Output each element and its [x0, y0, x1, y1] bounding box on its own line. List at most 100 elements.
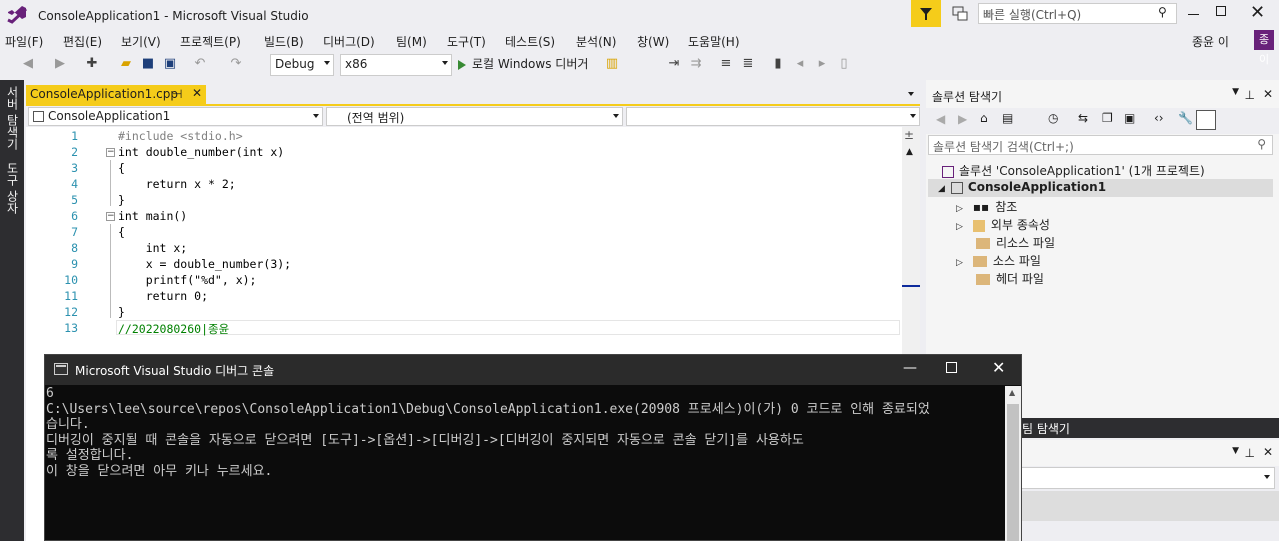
console-maximize-button[interactable]	[946, 362, 957, 373]
project-nav-combo[interactable]: ConsoleApplication1	[28, 107, 323, 126]
tree-item-solution[interactable]: 솔루션 'ConsoleApplication1' (1개 프로젝트)	[942, 162, 1205, 179]
menu-analyze[interactable]: 분석(N)	[576, 33, 616, 50]
view-code-icon[interactable]: ‹›	[1154, 111, 1164, 125]
menu-view[interactable]: 보기(V)	[121, 33, 161, 50]
maximize-button[interactable]	[1216, 6, 1226, 16]
console-close-button[interactable]: ✕	[992, 358, 1005, 377]
close-icon[interactable]: ✕	[1263, 445, 1273, 459]
tree-item-references[interactable]: ▷ ▪▪ 참조	[956, 198, 1017, 215]
navigate-forward-icon[interactable]: ▶	[52, 56, 68, 72]
step-over-icon[interactable]: ⇉	[688, 56, 704, 72]
chevron-down-icon[interactable]: ▼	[1232, 446, 1239, 456]
show-all-files-icon[interactable]: ▣	[1124, 111, 1135, 125]
comment-out-icon[interactable]: ≡	[718, 56, 734, 72]
solution-explorer-title: 솔루션 탐색기 ▼ ⊥ ✕	[926, 86, 1279, 106]
menu-team[interactable]: 팀(M)	[396, 33, 427, 50]
start-debugging-button[interactable]: 로컬 Windows 디버거	[458, 55, 588, 75]
tree-label: 참조	[995, 200, 1018, 214]
solution-explorer-search[interactable]: 솔루션 탐색기 검색(Ctrl+;) ⚲	[928, 135, 1273, 155]
collapse-all-icon[interactable]: ❐	[1102, 111, 1113, 125]
clear-bookmarks-icon[interactable]: ▯	[836, 56, 852, 72]
menu-project[interactable]: 프로젝트(P)	[180, 33, 241, 50]
avatar[interactable]: 종이	[1254, 30, 1274, 66]
toolbox-tab[interactable]: 도구 상자	[4, 162, 21, 214]
folder-icon	[972, 256, 987, 267]
console-scroll-thumb[interactable]	[1007, 404, 1019, 541]
home-icon[interactable]: ⌂	[980, 111, 988, 125]
feedback-icon[interactable]	[950, 5, 970, 23]
console-minimize-button[interactable]: —	[903, 360, 917, 376]
play-icon	[458, 59, 466, 70]
save-icon[interactable]: ■	[140, 56, 156, 72]
find-in-files-icon[interactable]: ▥	[604, 56, 620, 72]
pin-icon[interactable]: ⊥	[1245, 88, 1255, 102]
menu-edit[interactable]: 편집(E)	[63, 33, 102, 50]
menu-test[interactable]: 테스트(S)	[505, 33, 555, 50]
notification-filter-button[interactable]	[911, 0, 941, 27]
step-into-icon[interactable]: ⇥	[666, 56, 682, 72]
scope-nav-combo[interactable]: (전역 범위)	[326, 107, 623, 126]
document-tab[interactable]: ConsoleApplication1.cpp ⊣ ✕	[26, 85, 206, 105]
save-all-icon[interactable]: ▣	[162, 56, 178, 72]
menu-window[interactable]: 창(W)	[637, 33, 669, 50]
console-output[interactable]: 6 C:\Users\lee\source\repos\ConsoleApplic…	[46, 386, 1004, 541]
previous-bookmark-icon[interactable]: ◂	[792, 56, 808, 72]
member-nav-combo[interactable]	[626, 107, 920, 126]
preview-icon[interactable]	[1196, 110, 1216, 130]
menu-debug[interactable]: 디버그(D)	[323, 33, 375, 50]
next-bookmark-icon[interactable]: ▸	[814, 56, 830, 72]
tree-item-header-files[interactable]: 헤더 파일	[976, 270, 1044, 287]
close-button[interactable]: ✕	[1250, 2, 1265, 23]
close-icon[interactable]: ✕	[1263, 87, 1273, 101]
new-project-icon[interactable]: ✚	[84, 56, 100, 72]
close-tab-icon[interactable]: ✕	[192, 86, 202, 100]
minimize-button[interactable]	[1188, 6, 1202, 15]
chevron-down-icon[interactable]: ▼	[1232, 87, 1239, 97]
line-number: 9	[71, 257, 78, 271]
line-number: 8	[71, 241, 78, 255]
quick-launch-input[interactable]: 빠른 실행(Ctrl+Q)	[978, 3, 1177, 24]
pin-icon[interactable]: ⊣	[172, 87, 182, 101]
undo-icon[interactable]: ↶	[192, 56, 208, 72]
properties-object-select[interactable]	[1020, 467, 1275, 489]
editor-scrollbar[interactable]: ± ▲	[902, 127, 920, 357]
search-icon[interactable]: ⚲	[1158, 5, 1167, 19]
back-icon[interactable]: ◀	[936, 112, 945, 126]
switch-views-icon[interactable]: ▤	[1002, 111, 1013, 125]
user-name[interactable]: 종윤 이	[1192, 33, 1229, 50]
tree-item-source-files[interactable]: ▷ 소스 파일	[956, 252, 1041, 269]
chevron-down-icon[interactable]	[908, 92, 914, 96]
references-icon: ▪▪	[972, 200, 990, 214]
collapse-icon[interactable]: −	[106, 148, 115, 157]
folder-icon	[976, 238, 990, 249]
tree-item-external-dependencies[interactable]: ▷ 외부 종속성	[956, 216, 1050, 233]
tree-item-project[interactable]: ◢ ConsoleApplication1	[938, 180, 1106, 194]
bookmark-icon[interactable]: ▮	[770, 56, 786, 72]
menu-help[interactable]: 도움말(H)	[688, 33, 740, 50]
menu-build[interactable]: 빌드(B)	[264, 33, 304, 50]
scroll-up-icon: ▲	[1009, 388, 1016, 397]
line-number: 5	[71, 193, 78, 207]
team-explorer-tab[interactable]: 팀 탐색기	[1016, 418, 1279, 438]
uncomment-icon[interactable]: ≣	[740, 56, 756, 72]
menu-tools[interactable]: 도구(T)	[447, 33, 486, 50]
pin-icon[interactable]: ⊥	[1245, 446, 1255, 460]
console-title: Microsoft Visual Studio 디버그 콘솔	[75, 364, 275, 378]
sync-icon[interactable]: ⇆	[1078, 111, 1088, 125]
properties-icon[interactable]: 🔧	[1178, 111, 1193, 125]
forward-icon[interactable]: ▶	[958, 112, 967, 126]
tree-label: 소스 파일	[992, 254, 1041, 268]
menu-file[interactable]: 파일(F)	[5, 33, 43, 50]
open-file-icon[interactable]: ▰	[118, 56, 134, 72]
tree-item-resource-files[interactable]: 리소스 파일	[976, 234, 1055, 251]
solution-configuration-select[interactable]: Debug	[270, 54, 334, 76]
redo-icon[interactable]: ↷	[228, 56, 244, 72]
navigate-back-icon[interactable]: ◀	[20, 56, 36, 72]
code-line: {	[118, 225, 125, 239]
pending-changes-icon[interactable]: ◷	[1048, 111, 1058, 125]
collapse-icon[interactable]: −	[106, 212, 115, 221]
solution-platform-select[interactable]: x86	[340, 54, 452, 76]
code-line: return x * 2;	[118, 177, 236, 191]
server-explorer-tab[interactable]: 서버 탐색기	[4, 86, 21, 150]
platform-value: x86	[345, 57, 368, 71]
